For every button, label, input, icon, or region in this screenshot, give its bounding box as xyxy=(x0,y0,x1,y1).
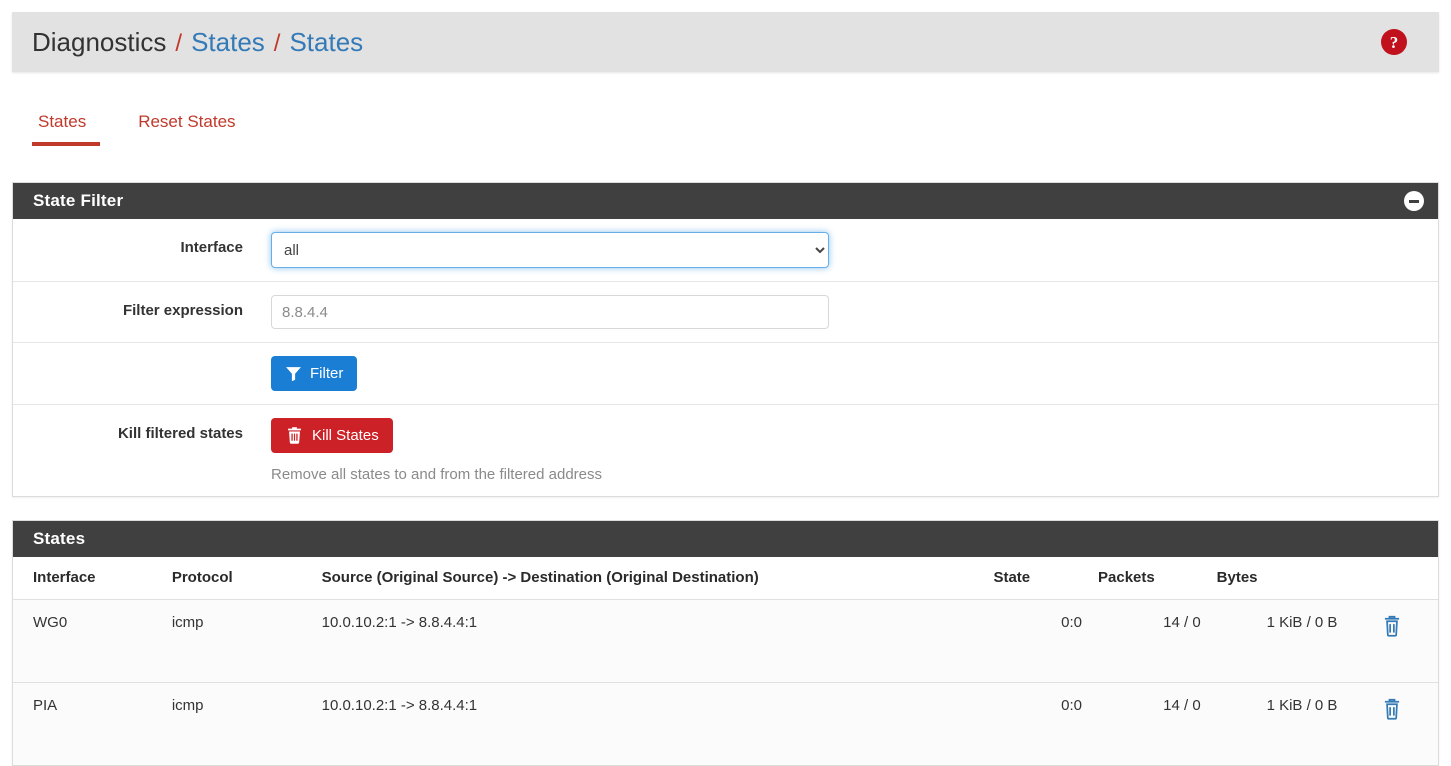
help-circle-icon[interactable]: ? xyxy=(1381,29,1407,55)
cell-interface: PIA xyxy=(13,682,164,765)
cell-protocol: icmp xyxy=(163,599,302,683)
states-panel-header: States xyxy=(13,521,1438,557)
filter-funnel-icon xyxy=(285,365,302,382)
cell-bytes: 1 KiB / 0 B xyxy=(1208,682,1346,765)
interface-row: Interface all xyxy=(13,219,1438,282)
header-actions xyxy=(1345,557,1438,600)
tab-states[interactable]: States xyxy=(12,100,112,146)
breadcrumb-bar: Diagnostics / States / States ? xyxy=(12,12,1439,72)
state-filter-title: State Filter xyxy=(33,191,124,210)
breadcrumb-item-diagnostics: Diagnostics xyxy=(32,26,167,57)
filter-expression-label: Filter expression xyxy=(122,302,243,319)
filter-button[interactable]: Filter xyxy=(271,356,358,391)
cell-interface: WG0 xyxy=(13,599,164,683)
kill-states-button-label: Kill States xyxy=(312,427,379,444)
table-row: PIA icmp 10.0.10.2:1 -> 8.8.4.4:1 0:0 14… xyxy=(13,682,1438,765)
interface-label: Interface xyxy=(180,239,243,256)
tab-reset-states[interactable]: Reset States xyxy=(112,100,261,146)
header-state: State xyxy=(985,557,1091,600)
tab-bar: States Reset States xyxy=(12,100,1439,156)
filter-button-label: Filter xyxy=(310,365,344,382)
delete-state-trash-icon[interactable] xyxy=(1381,614,1403,642)
state-filter-panel: State Filter Interface all Filter expres… xyxy=(12,182,1439,497)
breadcrumb-separator: / xyxy=(273,29,281,57)
states-panel: States Interface Protocol Source (Origin… xyxy=(12,520,1439,766)
breadcrumb-item-states[interactable]: States xyxy=(191,27,265,58)
filter-button-spacer xyxy=(13,356,259,363)
header-source-destination: Source (Original Source) -> Destination … xyxy=(301,557,986,600)
cell-source-destination: 10.0.10.2:1 -> 8.8.4.4:1 xyxy=(301,599,986,683)
kill-states-row: Kill filtered states Kill States Remove … xyxy=(13,405,1438,496)
cell-bytes: 1 KiB / 0 B xyxy=(1208,599,1346,683)
cell-packets: 14 / 0 xyxy=(1090,682,1209,765)
states-table-body: WG0 icmp 10.0.10.2:1 -> 8.8.4.4:1 0:0 14… xyxy=(13,599,1438,765)
cell-actions xyxy=(1345,599,1438,683)
cell-protocol: icmp xyxy=(163,682,302,765)
filter-expression-row: Filter expression xyxy=(13,282,1438,343)
states-table: Interface Protocol Source (Original Sour… xyxy=(13,557,1438,765)
table-row: WG0 icmp 10.0.10.2:1 -> 8.8.4.4:1 0:0 14… xyxy=(13,599,1438,683)
cell-source-destination: 10.0.10.2:1 -> 8.8.4.4:1 xyxy=(301,682,986,765)
header-protocol: Protocol xyxy=(163,557,302,600)
filter-button-row: Filter xyxy=(13,343,1438,405)
delete-state-trash-icon[interactable] xyxy=(1381,697,1403,725)
states-panel-title: States xyxy=(33,529,86,548)
states-table-header-row: Interface Protocol Source (Original Sour… xyxy=(13,557,1438,600)
minus-circle-icon[interactable] xyxy=(1404,191,1424,211)
trash-icon xyxy=(285,426,304,445)
filter-expression-input[interactable] xyxy=(271,295,829,329)
interface-select[interactable]: all xyxy=(271,232,829,268)
kill-filtered-states-label: Kill filtered states xyxy=(117,425,243,442)
state-filter-panel-header: State Filter xyxy=(13,183,1438,219)
kill-states-button[interactable]: Kill States xyxy=(271,418,393,453)
cell-state: 0:0 xyxy=(985,682,1091,765)
kill-states-help-text: Remove all states to and from the filter… xyxy=(271,466,602,483)
header-packets: Packets xyxy=(1090,557,1209,600)
breadcrumb-item-states-current[interactable]: States xyxy=(289,27,363,58)
header-bytes: Bytes xyxy=(1208,557,1346,600)
cell-packets: 14 / 0 xyxy=(1090,599,1209,683)
cell-state: 0:0 xyxy=(985,599,1091,683)
breadcrumb: Diagnostics / States / States xyxy=(32,27,1381,58)
header-interface: Interface xyxy=(13,557,164,600)
cell-actions xyxy=(1345,682,1438,765)
breadcrumb-separator: / xyxy=(175,29,183,57)
states-table-head: Interface Protocol Source (Original Sour… xyxy=(13,557,1438,600)
